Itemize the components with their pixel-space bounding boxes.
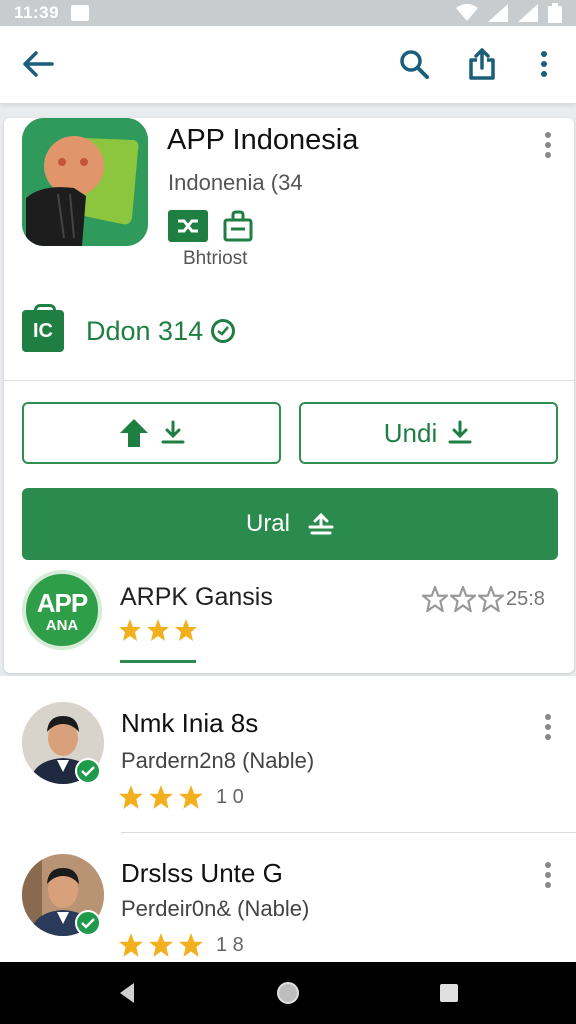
notification-icon — [71, 5, 90, 21]
install-icon — [308, 513, 334, 535]
shopping-bag-icon — [223, 210, 253, 242]
app-toolbar — [0, 26, 576, 104]
check-icon — [81, 766, 95, 777]
install-label: Ural — [245, 510, 290, 537]
review-stars: 1 0 — [118, 784, 244, 810]
star-icon — [179, 933, 203, 957]
status-icons — [456, 3, 562, 23]
upload-icon — [119, 419, 148, 447]
divider — [4, 380, 574, 381]
review-author: Nmk Inia 8s — [121, 708, 259, 738]
reviews-list: Nmk Inia 8s Pardern2n8 (Nable) 1 0 Drsls… — [0, 676, 576, 962]
app-subtitle: Indonenia (34 — [168, 170, 303, 195]
developer-name: Ddon 314 — [86, 315, 204, 346]
more-vert-icon — [545, 714, 551, 740]
related-underline — [120, 660, 196, 663]
check-icon — [81, 918, 95, 929]
related-app-stars — [118, 618, 198, 642]
wifi-icon — [456, 4, 478, 21]
nav-home-icon — [277, 982, 299, 1004]
arrow-left-icon — [23, 51, 54, 77]
review-subtitle: Perdeir0n& (Nable) — [121, 896, 310, 921]
status-bar: 11:39 — [0, 0, 576, 26]
review-score: 1 0 — [216, 785, 244, 808]
star-icon — [149, 785, 173, 809]
developer-badge: IC — [22, 304, 64, 352]
badge-row — [168, 210, 258, 242]
app-detail-card: APP Indonesia Indonenia (34 Bhtriost IC … — [4, 118, 574, 673]
star-outline-icon — [422, 586, 448, 612]
review-more-button[interactable] — [540, 860, 556, 890]
verified-badge — [75, 758, 101, 784]
status-time: 11:39 — [14, 3, 60, 22]
signal-icon — [488, 4, 508, 22]
download-icon — [448, 420, 472, 444]
app-icon — [22, 118, 148, 246]
app-title: APP Indonesia — [167, 124, 359, 156]
share-button[interactable] — [462, 44, 502, 84]
undo-label: Undi — [383, 417, 438, 448]
star-icon — [119, 785, 143, 809]
review-subtitle: Pardern2n8 (Nable) — [121, 748, 315, 773]
more-options-button[interactable] — [524, 44, 564, 84]
signal-icon-2 — [518, 4, 538, 22]
review-author: Drslss Unte G — [121, 858, 283, 888]
review-stars: 1 8 — [118, 932, 244, 958]
battery-icon — [548, 3, 562, 23]
card-more-button[interactable] — [540, 130, 556, 160]
more-vert-icon — [545, 132, 551, 158]
star-icon — [119, 619, 141, 641]
install-button[interactable]: Ural — [22, 488, 558, 560]
star-outline-icon — [478, 586, 504, 612]
search-icon — [400, 50, 429, 79]
star-icon — [149, 933, 173, 957]
star-icon — [175, 619, 197, 641]
related-rating-value: 25:8 — [506, 587, 545, 610]
nav-back-button[interactable] — [112, 978, 142, 1008]
star-icon — [147, 619, 169, 641]
more-vert-icon — [545, 862, 551, 888]
nav-recents-icon — [440, 984, 458, 1002]
review-score: 1 8 — [216, 933, 244, 956]
review-more-button[interactable] — [540, 712, 556, 742]
related-app-icon[interactable]: APP ANA — [22, 570, 102, 650]
related-icon-text-bottom: ANA — [45, 617, 79, 634]
family-badge — [168, 210, 208, 242]
review-item[interactable]: Drslss Unte G Perdeir0n& (Nable) 1 8 — [0, 828, 576, 976]
system-nav-bar — [0, 962, 576, 1024]
more-vert-icon — [541, 51, 547, 77]
related-icon-text-top: APP — [36, 588, 88, 618]
verified-badge — [75, 910, 101, 936]
shuffle-icon — [178, 219, 198, 233]
review-item[interactable]: Nmk Inia 8s Pardern2n8 (Nable) 1 0 — [0, 676, 576, 833]
nav-recents-button[interactable] — [434, 978, 464, 1008]
developer-row[interactable]: IC Ddon 314 — [22, 304, 236, 352]
app-logo-icon — [22, 118, 148, 246]
upload-button[interactable] — [22, 402, 281, 464]
badge-label: Bhtriost — [183, 248, 248, 269]
back-button[interactable] — [18, 44, 58, 84]
nav-back-icon — [120, 983, 134, 1003]
shopping-badge — [218, 210, 258, 242]
share-icon — [469, 48, 495, 80]
undo-button[interactable]: Undi — [299, 402, 558, 464]
related-app-rating: 25:8 — [422, 586, 545, 612]
star-icon — [119, 933, 143, 957]
related-app-name[interactable]: ARPK Gansis — [120, 583, 273, 612]
nav-home-button[interactable] — [273, 978, 303, 1008]
star-icon — [179, 785, 203, 809]
verified-icon — [211, 319, 236, 343]
download-icon — [161, 420, 184, 444]
star-outline-icon — [450, 586, 476, 612]
search-button[interactable] — [394, 44, 434, 84]
